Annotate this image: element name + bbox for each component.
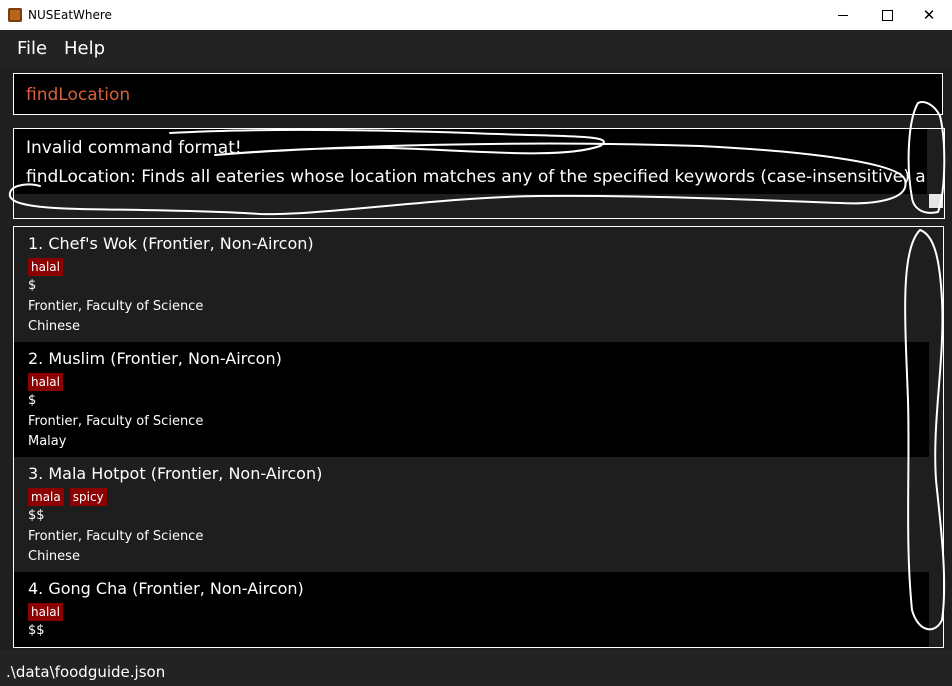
result-line-1: Invalid command format!: [26, 138, 242, 158]
eatery-cuisine: Chinese: [28, 549, 80, 564]
eatery-tags: halal: [28, 603, 63, 621]
eatery-location: Frontier, Faculty of Science: [28, 299, 204, 314]
menu-bar: File Help: [0, 30, 952, 68]
eatery-price: $: [28, 393, 37, 408]
eatery-tags: halal: [28, 258, 63, 276]
eatery-tag: halal: [28, 373, 63, 391]
scrollbar-corner: [929, 194, 943, 208]
eatery-tag: mala: [28, 488, 64, 506]
minimize-button[interactable]: [820, 0, 866, 30]
command-text: findLocation: [26, 85, 131, 105]
close-icon: ✕: [922, 5, 936, 24]
menu-file[interactable]: File: [17, 38, 47, 59]
eatery-price: $$: [28, 508, 45, 523]
eatery-price: $$: [28, 623, 45, 638]
eatery-tags: mala spicy: [28, 488, 107, 506]
window-title: NUSEatWhere: [28, 8, 112, 22]
result-line-2: findLocation: Finds all eateries whose l…: [26, 167, 927, 187]
app-window: NUSEatWhere ✕ File Help findLocation Inv…: [0, 0, 952, 686]
eatery-card[interactable]: 2. Muslim (Frontier, Non-Aircon) halal $…: [14, 342, 929, 457]
eatery-price: $: [28, 278, 37, 293]
eatery-location: Frontier, Faculty of Science: [28, 529, 204, 544]
eatery-card[interactable]: 1. Chef's Wok (Frontier, Non-Aircon) hal…: [14, 227, 929, 342]
eatery-title: 1. Chef's Wok (Frontier, Non-Aircon): [28, 234, 314, 253]
status-file-path: .\data\foodguide.json: [6, 663, 166, 681]
status-bar: .\data\foodguide.json: [0, 650, 952, 686]
eatery-cuisine: Chinese: [28, 319, 80, 334]
result-display: Invalid command format! findLocation: Fi…: [13, 128, 945, 219]
result-text-area: Invalid command format! findLocation: Fi…: [14, 129, 927, 194]
eatery-tag: spicy: [69, 488, 107, 506]
eatery-tags: halal: [28, 373, 63, 391]
result-vertical-scrollbar[interactable]: [927, 129, 944, 194]
eatery-list[interactable]: 1. Chef's Wok (Frontier, Non-Aircon) hal…: [13, 226, 944, 648]
eatery-card[interactable]: 3. Mala Hotpot (Frontier, Non-Aircon) ma…: [14, 457, 929, 572]
list-vertical-scrollbar[interactable]: [929, 227, 943, 647]
maximize-button[interactable]: [864, 0, 910, 30]
eatery-tag: halal: [28, 603, 63, 621]
eatery-title: 4. Gong Cha (Frontier, Non-Aircon): [28, 579, 304, 598]
command-input[interactable]: findLocation: [13, 73, 943, 115]
title-bar: NUSEatWhere ✕: [0, 0, 952, 30]
eatery-cuisine: Malay: [28, 434, 67, 449]
menu-help[interactable]: Help: [64, 38, 105, 59]
eatery-card[interactable]: 4. Gong Cha (Frontier, Non-Aircon) halal…: [14, 572, 929, 647]
eatery-title: 3. Mala Hotpot (Frontier, Non-Aircon): [28, 464, 323, 483]
minimize-icon: [838, 14, 848, 16]
eatery-tag: halal: [28, 258, 63, 276]
eatery-title: 2. Muslim (Frontier, Non-Aircon): [28, 349, 282, 368]
close-button[interactable]: ✕: [906, 0, 952, 30]
app-icon: [8, 8, 22, 22]
eatery-location: Frontier, Faculty of Science: [28, 414, 204, 429]
maximize-icon: [881, 9, 893, 21]
result-horizontal-scrollbar[interactable]: [14, 194, 944, 218]
